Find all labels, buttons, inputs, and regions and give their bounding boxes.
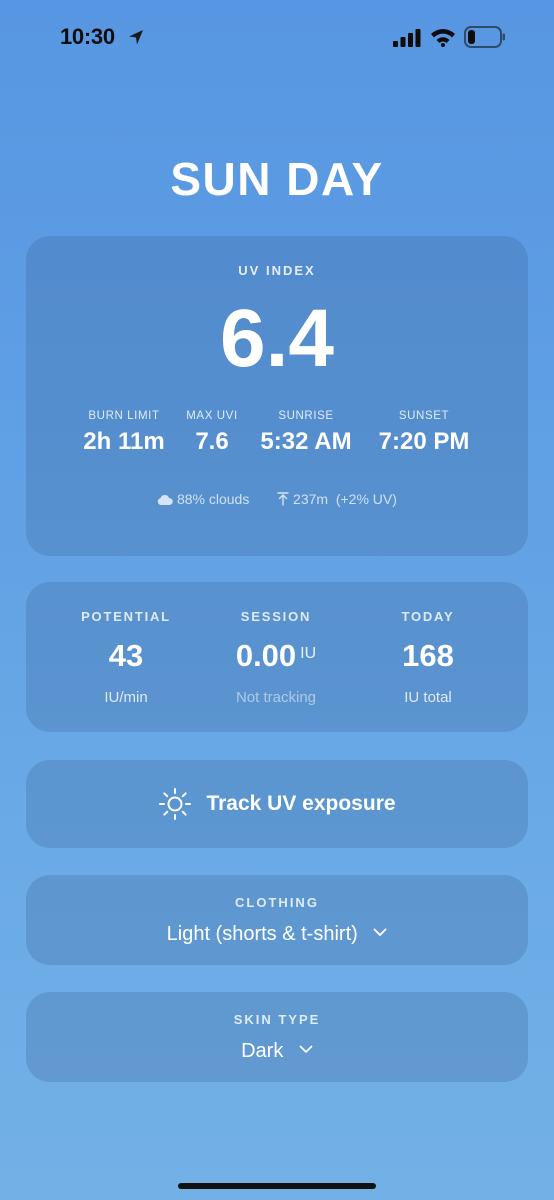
potential-label: POTENTIAL [81, 609, 171, 624]
session-status: Not tracking [235, 689, 317, 706]
potential-unit: IU/min [104, 689, 148, 706]
chevron-down-icon [373, 928, 387, 936]
stat-label: SUNSET [398, 410, 450, 422]
session-label: SESSION [240, 609, 312, 624]
cloud-icon [157, 495, 173, 505]
uv-index-value: 6.4 [220, 293, 334, 384]
today-number: 168 [402, 638, 454, 673]
chevron-down-icon [299, 1045, 313, 1053]
clouds-text: 88% clouds [176, 491, 250, 507]
skin-type-selector[interactable]: SKIN TYPE Dark [26, 992, 528, 1082]
app-title: SUN DAY [170, 153, 384, 205]
track-uv-button[interactable]: Track UV exposure [26, 760, 528, 848]
stat-label: SUNRISE [278, 410, 334, 422]
skin-type-label: SKIN TYPE [233, 1012, 321, 1027]
today-unit: IU total [404, 689, 452, 706]
sunset-stat: SUNSET 7:20 PM [359, 410, 489, 456]
cellular-signal-icon [393, 29, 421, 47]
clothing-value: Light (shorts & t-shirt) [166, 923, 358, 945]
clothing-selector[interactable]: CLOTHING Light (shorts & t-shirt) [26, 875, 528, 965]
home-indicator[interactable] [178, 1183, 376, 1189]
session-value: 0.00 IU [192, 638, 360, 674]
clothing-label: CLOTHING [235, 895, 319, 910]
session-number: 0.00 [235, 638, 297, 673]
vitamin-d-card: POTENTIAL 43 IU/min SESSION 0.00 IU Not t… [26, 582, 528, 732]
stat-value: 5:32 AM [260, 428, 352, 455]
potential-value: 43 [42, 638, 210, 674]
wifi-icon [431, 29, 455, 47]
status-bar: 10:30 [0, 0, 554, 76]
potential-number: 43 [108, 638, 144, 673]
uv-conditions: 88% clouds 237m (+2% UV) [26, 491, 528, 507]
status-time: 10:30 [60, 24, 115, 49]
altitude-arrow-icon [277, 492, 289, 506]
track-uv-label: Track UV exposure [206, 792, 396, 815]
stat-value: 7:20 PM [378, 428, 470, 455]
session-unit: IU [300, 645, 317, 662]
altitude-text: 237m (+2% UV) [293, 491, 397, 507]
battery-icon [464, 26, 505, 48]
uv-index-card: UV INDEX 6.4 BURN LIMIT 2h 11m MAX UVI 7… [26, 236, 528, 556]
skin-type-value: Dark [241, 1040, 284, 1062]
today-value: 168 [344, 638, 512, 674]
skin-type-value-row: Dark [26, 1040, 528, 1063]
sunrise-stat: SUNRISE 5:32 AM [241, 410, 371, 456]
track-uv-row: Track UV exposure [26, 760, 528, 848]
clothing-value-row: Light (shorts & t-shirt) [26, 923, 528, 946]
today-label: TODAY [401, 609, 455, 624]
sun-icon [159, 788, 192, 820]
location-arrow-icon [129, 30, 143, 45]
uv-index-label: UV INDEX [238, 263, 316, 278]
